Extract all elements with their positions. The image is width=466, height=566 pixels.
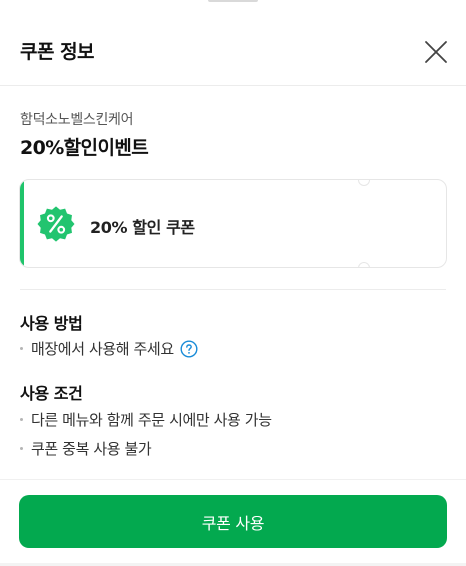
bullet-dot [20,347,23,350]
list-item: 다른 메뉴와 함께 주문 시에만 사용 가능 [20,409,272,430]
header: 쿠폰 정보 [0,0,466,86]
condition-text: 쿠폰 중복 사용 불가 [31,440,152,458]
percent-badge-icon [37,206,75,242]
footer-divider [0,479,466,480]
coupon-notch-top [358,180,370,186]
page-title: 쿠폰 정보 [20,41,95,63]
coupon-notch-bottom [358,262,370,267]
coupon-label: 20% 할인 쿠폰 [90,218,195,237]
usage-method-text: 매장에서 사용해 주세요 [31,340,174,358]
condition-text: 다른 메뉴와 함께 주문 시에만 사용 가능 [31,411,272,429]
store-name: 함덕소노벨스킨케어 [20,112,134,128]
close-button[interactable] [420,36,452,68]
divider [20,289,446,290]
coupon-accent-bar [20,180,24,267]
question-circle-icon[interactable] [180,339,198,358]
coupon-card: 20% 할인 쿠폰 [19,179,447,268]
close-icon [425,41,447,63]
bullet-dot [20,447,23,450]
list-item: 쿠폰 중복 사용 불가 [20,438,152,459]
event-title: 20%할인이벤트 [20,137,149,159]
coupon-info-sheet: 쿠폰 정보 함덕소노벨스킨케어 20%할인이벤트 20% 할인 쿠폰 사용 방법… [0,0,466,566]
list-item: 매장에서 사용해 주세요 [20,338,198,359]
usage-method-title: 사용 방법 [20,314,83,333]
use-coupon-button[interactable]: 쿠폰 사용 [19,495,447,548]
usage-conditions-title: 사용 조건 [20,384,83,403]
bullet-dot [20,418,23,421]
